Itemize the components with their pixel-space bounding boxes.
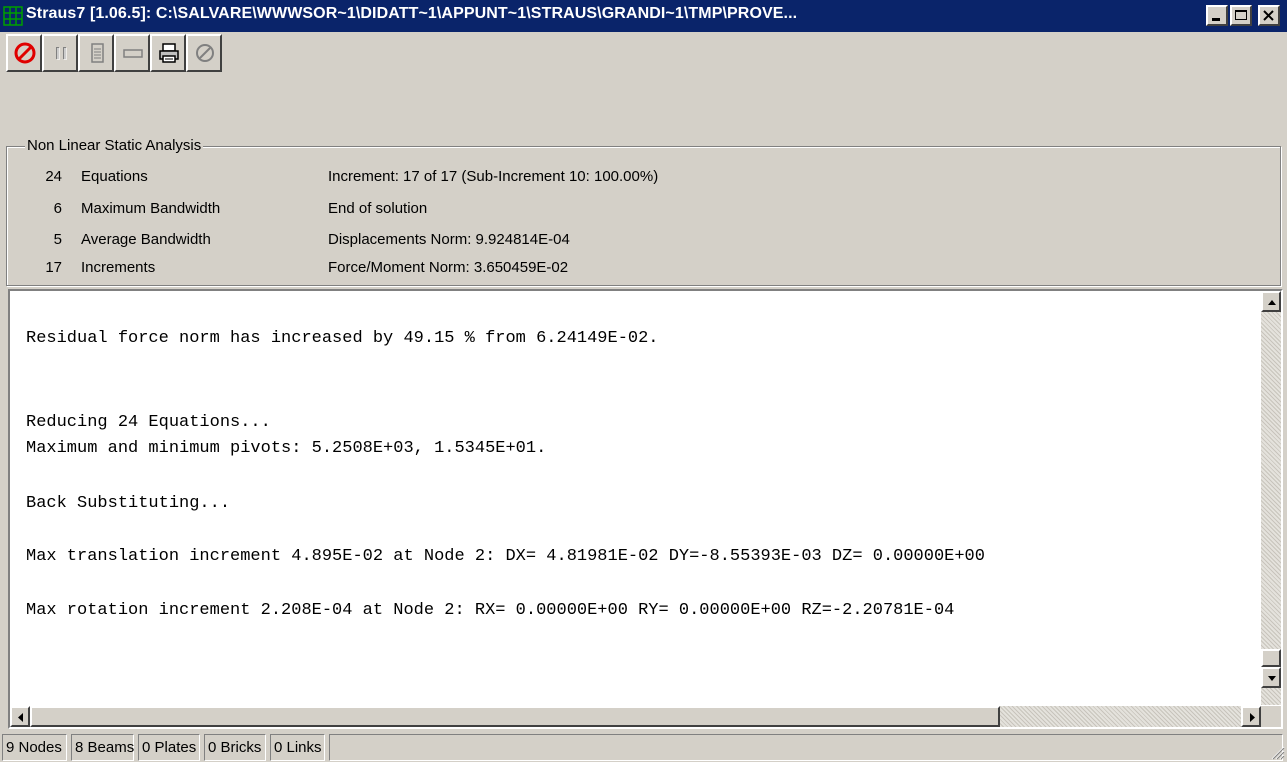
refresh-icon — [196, 44, 214, 62]
log-text-area[interactable]: Residual force norm has increased by 49.… — [10, 291, 1260, 705]
force-moment-norm: Force/Moment Norm: 3.650459E-02 — [328, 259, 569, 276]
stat-label: Maximum Bandwidth — [81, 200, 221, 217]
arrow-down-icon — [1268, 676, 1276, 681]
document-icon — [91, 43, 104, 63]
minimize-button[interactable] — [1206, 5, 1228, 26]
pause-button[interactable] — [42, 34, 78, 72]
scroll-down-button[interactable] — [1261, 667, 1281, 688]
minimize-window-button[interactable] — [114, 34, 150, 72]
log-line: Residual force norm has increased by 49.… — [26, 329, 659, 348]
solution-status: End of solution — [328, 200, 428, 217]
refresh-button[interactable] — [186, 34, 222, 72]
beams-count: 8 Beams — [71, 734, 134, 761]
close-icon — [1263, 10, 1274, 21]
solver-log[interactable]: Residual force norm has increased by 49.… — [8, 289, 1283, 729]
nodes-count: 9 Nodes — [2, 734, 67, 761]
window-title: Straus7 [1.06.5]: C:\SALVARE\WWWSOR~1\DI… — [26, 5, 798, 22]
title-bar[interactable]: Straus7 [1.06.5]: C:\SALVARE\WWWSOR~1\DI… — [0, 0, 1287, 32]
log-line: Reducing 24 Equations... — [26, 413, 271, 432]
scroll-corner — [1261, 706, 1281, 727]
scroll-right-button[interactable] — [1241, 706, 1261, 727]
stop-button[interactable] — [6, 34, 42, 72]
stat-value: 24 — [45, 168, 62, 185]
arrow-right-icon — [1250, 713, 1255, 722]
stat-value: 17 — [45, 259, 62, 276]
minimize-window-icon — [123, 49, 143, 58]
pause-icon — [56, 47, 67, 60]
print-button[interactable] — [150, 34, 186, 72]
stat-label: Equations — [81, 168, 148, 185]
analysis-title: Non Linear Static Analysis — [25, 137, 204, 154]
increment-status: Increment: 17 of 17 (Sub-Increment 10: 1… — [328, 168, 659, 185]
app-window: Straus7 [1.06.5]: C:\SALVARE\WWWSOR~1\DI… — [0, 0, 1287, 762]
status-message — [329, 734, 1283, 761]
displacements-norm: Displacements Norm: 9.924814E-04 — [328, 231, 570, 248]
stat-value: 6 — [53, 200, 62, 217]
status-bar: 9 Nodes 8 Beams 0 Plates 0 Bricks 0 Link… — [0, 731, 1287, 762]
toolbar — [0, 34, 400, 74]
stat-value: 5 — [53, 231, 62, 248]
resize-grip-icon[interactable] — [1269, 744, 1285, 760]
log-line: Back Substituting... — [26, 494, 231, 513]
plates-count: 0 Plates — [138, 734, 200, 761]
stat-label: Increments — [81, 259, 156, 276]
links-count: 0 Links — [270, 734, 325, 761]
scroll-up-button[interactable] — [1261, 291, 1281, 312]
close-button[interactable] — [1258, 5, 1280, 26]
maximize-button[interactable] — [1230, 5, 1252, 26]
minimize-icon — [1212, 18, 1220, 21]
horizontal-scrollbar[interactable] — [10, 706, 1261, 727]
log-line: Max translation increment 4.895E-02 at N… — [26, 547, 985, 566]
document-button[interactable] — [78, 34, 114, 72]
app-grid-icon — [3, 6, 23, 26]
print-icon — [159, 43, 179, 63]
maximize-icon — [1235, 10, 1247, 20]
horizontal-scroll-thumb[interactable] — [30, 706, 1000, 727]
log-line: Maximum and minimum pivots: 5.2508E+03, … — [26, 439, 547, 458]
bricks-count: 0 Bricks — [204, 734, 266, 761]
log-line: Max rotation increment 2.208E-04 at Node… — [26, 601, 955, 620]
vertical-scrollbar[interactable] — [1261, 291, 1281, 705]
arrow-left-icon — [18, 713, 23, 722]
vertical-scroll-thumb[interactable] — [1261, 649, 1281, 667]
stat-label: Average Bandwidth — [81, 231, 211, 248]
arrow-up-icon — [1268, 300, 1276, 305]
scroll-left-button[interactable] — [10, 706, 30, 727]
stop-icon — [14, 42, 36, 64]
